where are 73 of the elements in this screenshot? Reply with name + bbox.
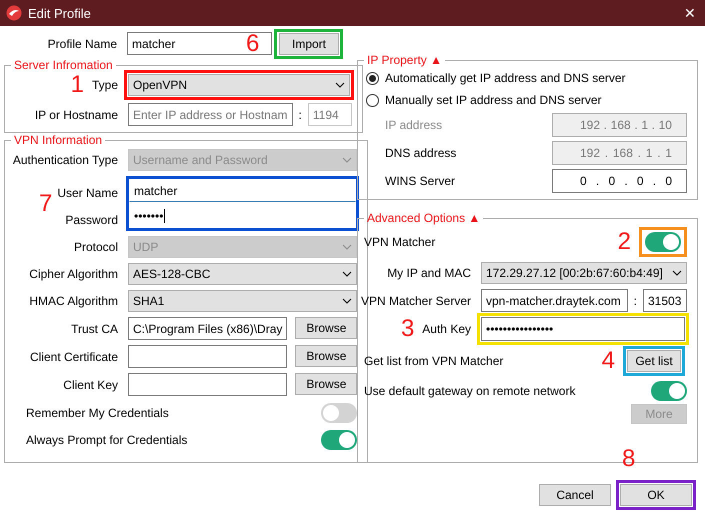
field-label: IP address (385, 118, 442, 132)
field-label: Cipher Algorithm (29, 267, 118, 281)
field-label: WINS Server (385, 174, 456, 188)
radio-label: Manually set IP address and DNS server (385, 93, 602, 107)
caret-icon (672, 270, 682, 276)
port-separator: : (634, 294, 637, 308)
field-label: VPN Matcher Server (360, 294, 471, 308)
field-label: My IP and MAC (387, 266, 471, 280)
callout-number: 4 (602, 350, 615, 372)
dialog-button[interactable]: OK (620, 484, 692, 506)
caret-icon (334, 82, 345, 88)
input-value[interactable]: matcher (132, 36, 176, 50)
input-field[interactable]: C:\Program Files (x86)\Dray (128, 317, 288, 340)
dropdown[interactable]: 172.29.27.12 [00:2b:67:60:b4:49] (481, 262, 687, 284)
caret-icon (342, 298, 352, 304)
field-label: Always Prompt for Credentials (26, 433, 188, 447)
group-title: IP Property ▲ (366, 53, 444, 67)
field-label: IP or Hostname (34, 108, 118, 122)
caret-icon (342, 271, 352, 277)
group-title: Server Infromation (13, 58, 114, 72)
app-logo-icon (6, 5, 22, 21)
caret-icon (342, 244, 352, 250)
window-title: Edit Profile (28, 6, 92, 20)
field-label: Type (92, 78, 118, 92)
close-button[interactable]: ✕ (675, 5, 705, 21)
import-button[interactable]: Import (279, 32, 339, 54)
field-label: HMAC Algorithm (29, 294, 118, 308)
field-label: Use default gateway on remote network (364, 384, 576, 398)
callout-number: 2 (618, 231, 631, 253)
browse-button[interactable]: Browse (295, 373, 358, 395)
field-label: Client Key (63, 378, 118, 392)
field-label: Client Certificate (30, 350, 118, 364)
dropdown[interactable]: SHA1 (128, 290, 358, 312)
radio-button[interactable] (366, 72, 379, 84)
toggle-switch[interactable] (651, 381, 687, 401)
input-field[interactable]: vpn-matcher.draytek.com (481, 289, 628, 312)
toggle-switch[interactable] (645, 232, 681, 252)
ip-address-field[interactable]: 0 . 0 . 0 . 0 (552, 169, 687, 193)
callout-number: 7 (38, 192, 52, 214)
group-title: Advanced Options ▲ (366, 211, 482, 225)
dropdown[interactable]: OpenVPN (128, 74, 350, 96)
field-label: Authentication Type (12, 153, 118, 167)
callout-number: 1 (70, 74, 84, 96)
dropdown[interactable]: AES-128-CBC (128, 263, 358, 285)
field-label: Get list from VPN Matcher (364, 354, 504, 368)
port-separator: : (298, 108, 302, 122)
input-field[interactable]: •••••••••••••••• (481, 317, 685, 341)
callout-number: 6 (246, 33, 260, 54)
field-label: Protocol (74, 240, 118, 254)
radio-label: Automatically get IP address and DNS server (385, 71, 626, 85)
toggle-switch[interactable] (321, 430, 358, 450)
browse-button[interactable]: Browse (295, 317, 358, 339)
input-field[interactable]: Enter IP address or Hostnam (128, 103, 293, 126)
callout-number: 3 (400, 318, 414, 340)
field-label: Trust CA (71, 322, 118, 336)
browse-button[interactable]: Browse (295, 345, 358, 367)
field-label: Remember My Credentials (26, 406, 169, 420)
input-field[interactable] (128, 345, 288, 368)
field-label: Password (65, 212, 118, 228)
input-field[interactable] (128, 373, 288, 396)
field-label: VPN Matcher (364, 235, 436, 249)
caret-icon (342, 157, 352, 163)
field-label: Profile Name (48, 36, 117, 50)
get-list-button[interactable]: Get list (627, 350, 681, 372)
group-title: VPN Information (13, 133, 104, 147)
callout-number: 8 (622, 448, 636, 470)
toggle-switch[interactable] (321, 403, 358, 423)
dialog-button[interactable]: Cancel (539, 484, 611, 506)
port-field[interactable]: 31503 (643, 289, 687, 312)
field-label: Auth Key (422, 322, 471, 336)
field-label: DNS address (385, 146, 456, 160)
field-label: User Name (57, 184, 118, 202)
radio-button[interactable] (366, 94, 379, 106)
